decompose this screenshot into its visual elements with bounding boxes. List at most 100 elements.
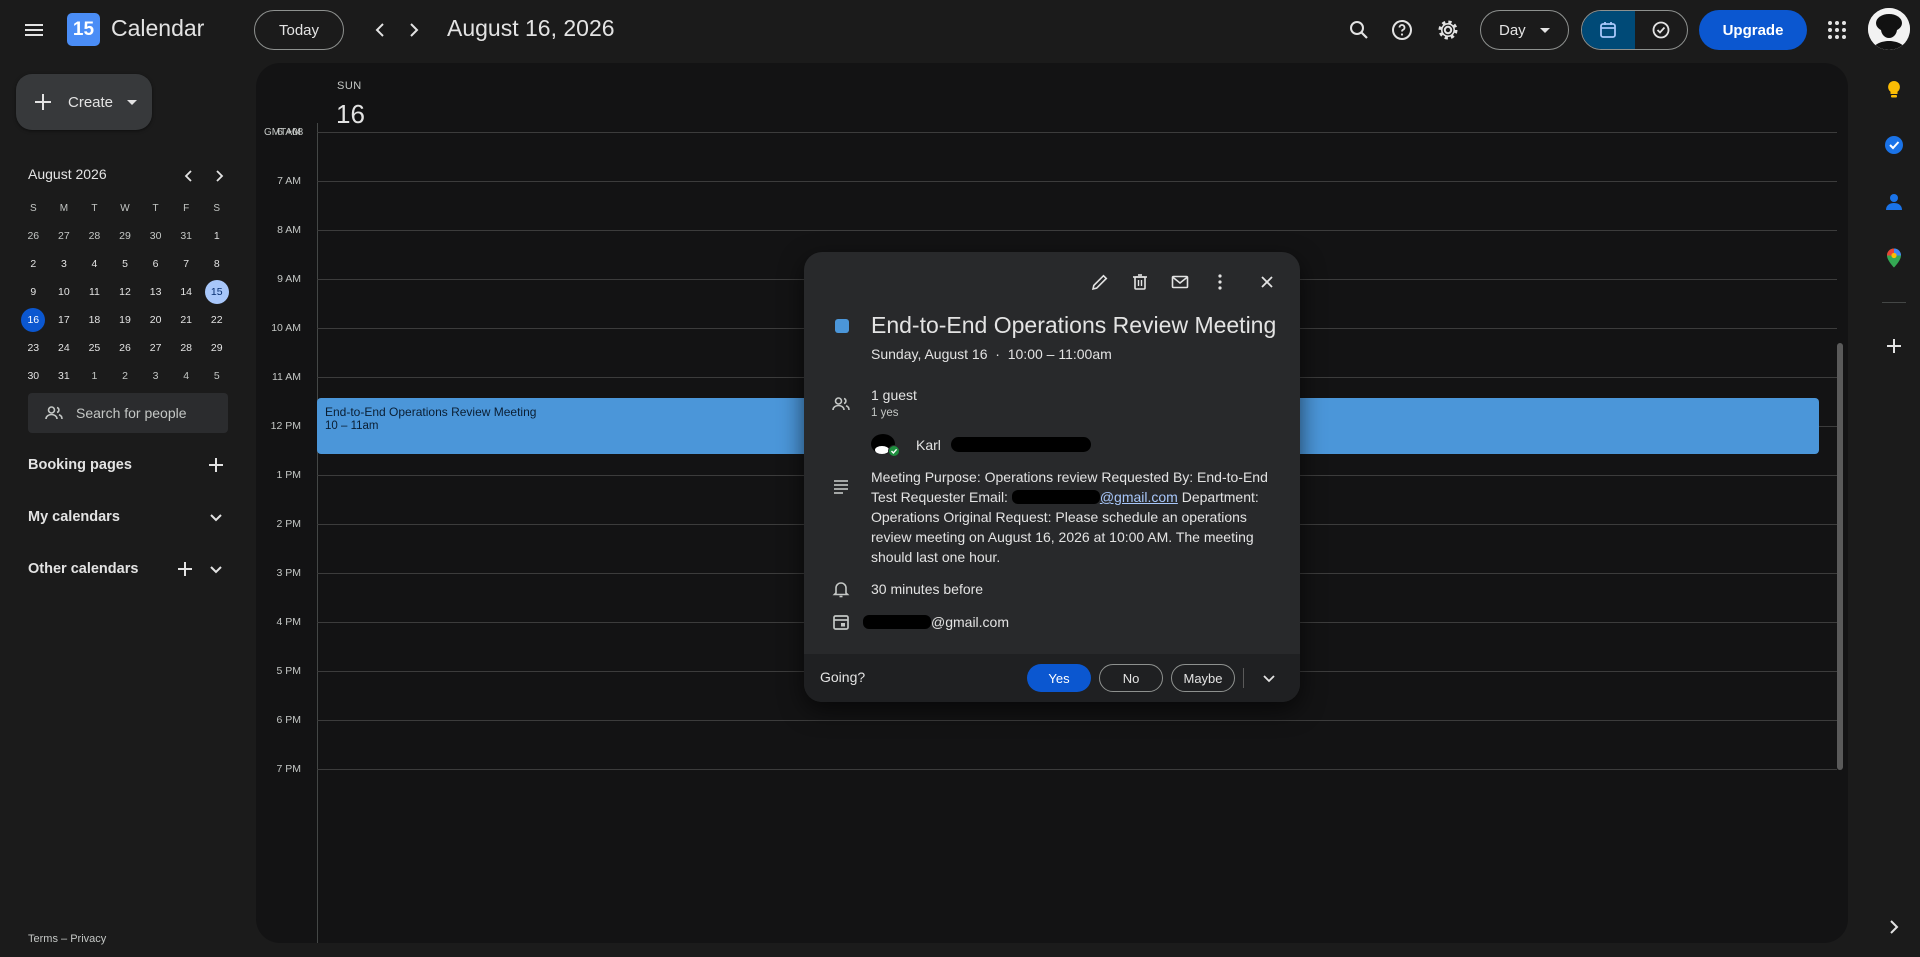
today-button[interactable]: Today bbox=[254, 10, 344, 50]
apps-grid-icon[interactable] bbox=[1822, 15, 1852, 45]
mini-calendar-day[interactable]: 5 bbox=[110, 252, 141, 276]
mini-calendar-day[interactable]: 12 bbox=[110, 280, 141, 304]
mini-calendar-day[interactable]: 30 bbox=[18, 364, 49, 388]
mini-calendar-day[interactable]: 16 bbox=[18, 308, 49, 332]
mini-calendar-day[interactable]: 4 bbox=[79, 252, 110, 276]
create-button[interactable]: Create bbox=[16, 74, 152, 130]
mini-calendar-day[interactable]: 31 bbox=[171, 224, 202, 248]
mini-calendar-day[interactable]: 20 bbox=[140, 308, 171, 332]
search-icon[interactable] bbox=[1344, 15, 1374, 45]
upgrade-button[interactable]: Upgrade bbox=[1699, 10, 1807, 50]
my-calendars-section[interactable]: My calendars bbox=[28, 501, 228, 533]
keep-icon[interactable] bbox=[1880, 76, 1908, 104]
search-people-input[interactable]: Search for people bbox=[28, 393, 228, 433]
help-icon[interactable] bbox=[1387, 15, 1417, 45]
mini-calendar-day[interactable]: 28 bbox=[171, 336, 202, 360]
menu-icon[interactable] bbox=[20, 16, 48, 44]
caret-down-icon bbox=[127, 99, 138, 105]
more-options-icon[interactable] bbox=[1205, 267, 1235, 297]
mini-calendar-day[interactable]: 22 bbox=[201, 308, 232, 332]
mini-calendar-day[interactable]: 27 bbox=[140, 336, 171, 360]
edit-icon[interactable] bbox=[1085, 267, 1115, 297]
mini-calendar-day[interactable]: 26 bbox=[110, 336, 141, 360]
rsvp-yes-button[interactable]: Yes bbox=[1027, 664, 1091, 692]
tasks-icon[interactable] bbox=[1880, 131, 1908, 159]
mini-chevron-left-icon[interactable] bbox=[178, 165, 200, 187]
mini-calendar-day[interactable]: 28 bbox=[79, 224, 110, 248]
day-number[interactable]: 16 bbox=[336, 99, 365, 130]
guest-item[interactable]: Karl bbox=[871, 432, 1151, 460]
mini-calendar-day[interactable]: 4 bbox=[171, 364, 202, 388]
chevron-left-icon[interactable] bbox=[367, 16, 395, 44]
mini-calendar-day[interactable]: 31 bbox=[49, 364, 80, 388]
mini-calendar-day[interactable]: 24 bbox=[49, 336, 80, 360]
view-selector[interactable]: Day bbox=[1480, 10, 1569, 50]
contacts-icon[interactable] bbox=[1880, 188, 1908, 216]
mini-calendar-day[interactable]: 30 bbox=[140, 224, 171, 248]
mini-chevron-right-icon[interactable] bbox=[208, 165, 230, 187]
hour-label: 10 AM bbox=[271, 322, 301, 334]
account-avatar[interactable] bbox=[1868, 8, 1910, 50]
mini-calendar-day[interactable]: 19 bbox=[110, 308, 141, 332]
terms-link[interactable]: Terms bbox=[28, 933, 58, 945]
mini-calendar-day[interactable]: 18 bbox=[79, 308, 110, 332]
mini-calendar-day[interactable]: 13 bbox=[140, 280, 171, 304]
hour-label: 1 PM bbox=[276, 469, 301, 481]
event-time-range: 10:00 – 11:00am bbox=[1007, 346, 1112, 362]
mini-calendar-day[interactable]: 3 bbox=[140, 364, 171, 388]
mini-calendar-day[interactable]: 25 bbox=[79, 336, 110, 360]
add-icon[interactable] bbox=[1880, 332, 1908, 360]
hour-label: 7 AM bbox=[277, 175, 301, 187]
expand-panel-icon[interactable] bbox=[1880, 913, 1908, 941]
mini-calendar-day[interactable]: 29 bbox=[201, 336, 232, 360]
mini-calendar-day[interactable]: 17 bbox=[49, 308, 80, 332]
mini-calendar-day[interactable]: 2 bbox=[110, 364, 141, 388]
mini-calendar-day[interactable]: 9 bbox=[18, 280, 49, 304]
mini-calendar-day[interactable]: 1 bbox=[201, 224, 232, 248]
tasks-check-icon[interactable] bbox=[1635, 11, 1688, 49]
mini-calendar-week: 23 24 25 26 27 28 29 bbox=[18, 334, 232, 362]
event-details-popover: End-to-End Operations Review Meeting Sun… bbox=[804, 252, 1300, 702]
settings-icon[interactable] bbox=[1433, 15, 1463, 45]
mini-calendar-day[interactable]: 6 bbox=[140, 252, 171, 276]
rsvp-no-button[interactable]: No bbox=[1099, 664, 1163, 692]
hour-label: 9 AM bbox=[277, 273, 301, 285]
delete-icon[interactable] bbox=[1125, 267, 1155, 297]
mini-calendar-day[interactable]: 11 bbox=[79, 280, 110, 304]
other-calendars-section[interactable]: Other calendars bbox=[28, 553, 228, 585]
calendar-view-icon[interactable] bbox=[1582, 11, 1635, 49]
owner-email-domain: @gmail.com bbox=[931, 614, 1010, 630]
mini-calendar-day[interactable]: 3 bbox=[49, 252, 80, 276]
mini-calendar-day[interactable]: 21 bbox=[171, 308, 202, 332]
chevron-down-icon[interactable] bbox=[204, 557, 228, 581]
scrollbar[interactable] bbox=[1837, 343, 1843, 770]
mini-calendar-day[interactable]: 27 bbox=[49, 224, 80, 248]
mini-calendar-day[interactable]: 1 bbox=[79, 364, 110, 388]
chevron-right-icon[interactable] bbox=[399, 16, 427, 44]
add-booking-page-icon[interactable] bbox=[204, 453, 228, 477]
chevron-down-icon[interactable] bbox=[1257, 666, 1281, 690]
mini-calendar-day-number: 28 bbox=[88, 230, 101, 242]
maps-icon[interactable] bbox=[1880, 244, 1908, 272]
add-other-calendar-icon[interactable] bbox=[173, 557, 197, 581]
mini-calendar-day[interactable]: 15 bbox=[201, 280, 232, 304]
calendar-logo[interactable]: 15 bbox=[67, 13, 100, 46]
mini-calendar-day[interactable]: 26 bbox=[18, 224, 49, 248]
requester-email-link[interactable]: @gmail.com bbox=[1100, 489, 1178, 505]
weekday-label: S bbox=[29, 202, 37, 214]
mini-calendar-day[interactable]: 8 bbox=[201, 252, 232, 276]
booking-pages-section[interactable]: Booking pages bbox=[28, 449, 228, 481]
chevron-down-icon[interactable] bbox=[204, 505, 228, 529]
privacy-link[interactable]: Privacy bbox=[70, 933, 106, 945]
mini-calendar-day[interactable]: 5 bbox=[201, 364, 232, 388]
rsvp-maybe-button[interactable]: Maybe bbox=[1171, 664, 1235, 692]
mini-calendar-day[interactable]: 23 bbox=[18, 336, 49, 360]
close-icon[interactable] bbox=[1252, 267, 1282, 297]
mini-calendar-day[interactable]: 7 bbox=[171, 252, 202, 276]
mini-calendar-day[interactable]: 10 bbox=[49, 280, 80, 304]
mini-calendar-day[interactable]: 2 bbox=[18, 252, 49, 276]
email-icon[interactable] bbox=[1165, 267, 1195, 297]
mini-calendar-day[interactable]: 29 bbox=[110, 224, 141, 248]
mini-calendar-day[interactable]: 14 bbox=[171, 280, 202, 304]
mini-calendar-day-number: 11 bbox=[88, 286, 100, 298]
